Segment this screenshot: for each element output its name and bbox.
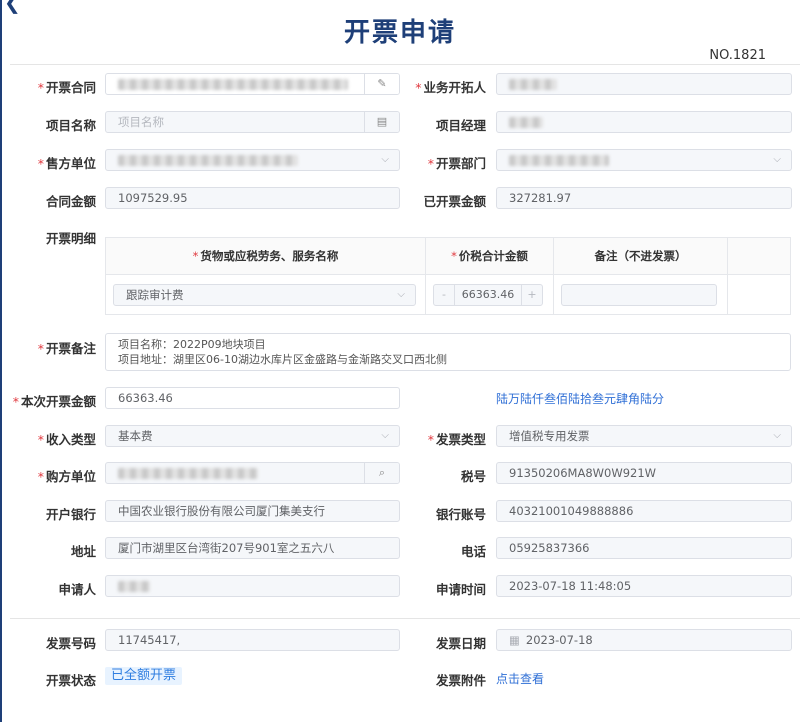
- developer-field[interactable]: [496, 73, 792, 95]
- chevron-down-icon: ⌵: [381, 154, 389, 165]
- contract-amount-label: 合同金额: [45, 194, 96, 209]
- amount-value: 66363.46: [461, 288, 515, 301]
- invoice-date-field[interactable]: ▦ 2023-07-18: [496, 629, 792, 651]
- income-type-value: 基本费: [118, 429, 153, 443]
- invoice-no-label: 发票号码: [45, 636, 96, 651]
- search-icon[interactable]: ⌕: [364, 463, 399, 483]
- edit-icon[interactable]: ✎: [364, 74, 399, 94]
- redacted-text: [118, 468, 258, 479]
- applicant-field[interactable]: [105, 575, 400, 597]
- buyer-field[interactable]: ⌕: [105, 462, 400, 484]
- contract-amount-field[interactable]: 1097529.95: [105, 187, 400, 209]
- details-label: 开票明细: [45, 231, 96, 246]
- address-label: 地址: [70, 544, 96, 559]
- redacted-text: [509, 79, 557, 90]
- phone-field[interactable]: 05925837366: [496, 537, 792, 559]
- apply-time-field[interactable]: 2023-07-18 11:48:05: [496, 575, 792, 597]
- seller-label: * 售方单位: [37, 156, 96, 171]
- project-name-placeholder: 项目名称: [118, 115, 164, 129]
- dept-select[interactable]: ⌵: [496, 149, 792, 171]
- phone-label: 电话: [460, 544, 486, 559]
- calendar-icon: ▦: [509, 633, 520, 647]
- contract-label: * 开票合同: [37, 80, 96, 95]
- attachment-label: 发票附件: [435, 673, 486, 688]
- header-divider: [10, 64, 800, 65]
- invoice-type-label: * 发票类型: [427, 432, 486, 447]
- income-type-label: * 收入类型: [37, 432, 96, 447]
- decrement-button[interactable]: -: [434, 285, 455, 305]
- current-amount-field[interactable]: 66363.46: [105, 387, 400, 409]
- project-manager-field[interactable]: [496, 111, 792, 133]
- item-select[interactable]: 跟踪审计费 ⌵: [113, 284, 416, 306]
- apply-time-label: 申请时间: [435, 582, 486, 597]
- view-attachment-link[interactable]: 点击查看: [496, 670, 544, 687]
- table-header-extra: [728, 238, 790, 275]
- redacted-text: [118, 79, 348, 90]
- redacted-text: [118, 155, 298, 166]
- project-name-label: 项目名称: [45, 118, 96, 133]
- address-field[interactable]: 厦门市湖里区台湾街207号901室之五六八: [105, 537, 400, 559]
- redacted-text: [509, 155, 609, 166]
- redacted-text: [118, 581, 150, 592]
- remark-textarea[interactable]: 项目名称：2022P09地块项目 项目地址：湖里区06-10湖边水库片区金盛路与…: [105, 333, 791, 371]
- remark-label: * 开票备注: [37, 341, 96, 356]
- invoice-type-value: 增值税专用发票: [509, 429, 590, 443]
- dept-label: * 开票部门: [427, 156, 486, 171]
- account-field[interactable]: 40321001049888886: [496, 500, 792, 522]
- invoiced-amount-label: 已开票金额: [423, 194, 486, 209]
- page-title: 开票申请: [343, 18, 456, 48]
- invoice-no-field[interactable]: 11745417,: [105, 629, 400, 651]
- table-header-item: * 货物或应税劳务、服务名称: [106, 238, 426, 275]
- item-value: 跟踪审计费: [126, 288, 184, 302]
- buyer-label: * 购方单位: [37, 469, 96, 484]
- project-manager-label: 项目经理: [435, 118, 486, 133]
- chevron-down-icon: ⌵: [773, 154, 781, 165]
- invoiced-amount-field[interactable]: 327281.97: [496, 187, 792, 209]
- bank-field[interactable]: 中国农业银行股份有限公司厦门集美支行: [105, 500, 400, 522]
- increment-button[interactable]: +: [521, 285, 542, 305]
- invoice-date-label: 发票日期: [435, 636, 486, 651]
- status-label: 开票状态: [45, 673, 96, 688]
- row-note-input[interactable]: [561, 284, 717, 306]
- tax-no-field[interactable]: 91350206MA8W0W921W: [496, 462, 792, 484]
- invoice-type-select[interactable]: 增值税专用发票 ⌵: [496, 425, 792, 447]
- document-icon[interactable]: ▤: [364, 112, 399, 132]
- invoice-date-value: 2023-07-18: [525, 633, 593, 647]
- chevron-down-icon: ⌵: [773, 430, 781, 441]
- income-type-select[interactable]: 基本费 ⌵: [105, 425, 400, 447]
- status-badge: 已全额开票: [105, 667, 183, 685]
- chevron-down-icon: ⌵: [381, 430, 389, 441]
- contract-field[interactable]: ✎: [105, 73, 400, 95]
- seller-select[interactable]: ⌵: [105, 149, 400, 171]
- section-divider: [10, 618, 800, 619]
- amount-in-words: 陆万陆仟叁佰陆拾叁元肆角陆分: [496, 392, 665, 406]
- account-label: 银行账号: [435, 507, 486, 522]
- applicant-label: 申请人: [58, 582, 96, 597]
- window-left-border: [0, 0, 2, 722]
- redacted-text: [509, 117, 543, 128]
- developer-label: * 业务开拓人: [415, 80, 486, 95]
- remark-line-2: 项目地址：湖里区06-10湖边水库片区金盛路与金渐路交叉口西北侧: [118, 353, 447, 366]
- bank-label: 开户银行: [45, 507, 96, 522]
- remark-line-1: 项目名称：2022P09地块项目: [118, 338, 266, 351]
- tax-no-label: 税号: [460, 469, 486, 484]
- request-number: NO.1821: [709, 48, 766, 63]
- back-chevron-icon[interactable]: ❮: [4, 0, 21, 12]
- table-header-amount: * 价税合计金额: [426, 238, 554, 275]
- chevron-down-icon: ⌵: [397, 289, 405, 300]
- project-name-field[interactable]: 项目名称 ▤: [105, 111, 400, 133]
- current-amount-label: * 本次开票金额: [12, 394, 96, 409]
- amount-stepper[interactable]: - 66363.46 +: [433, 284, 543, 306]
- table-header-note: 备注（不进发票）: [554, 238, 728, 275]
